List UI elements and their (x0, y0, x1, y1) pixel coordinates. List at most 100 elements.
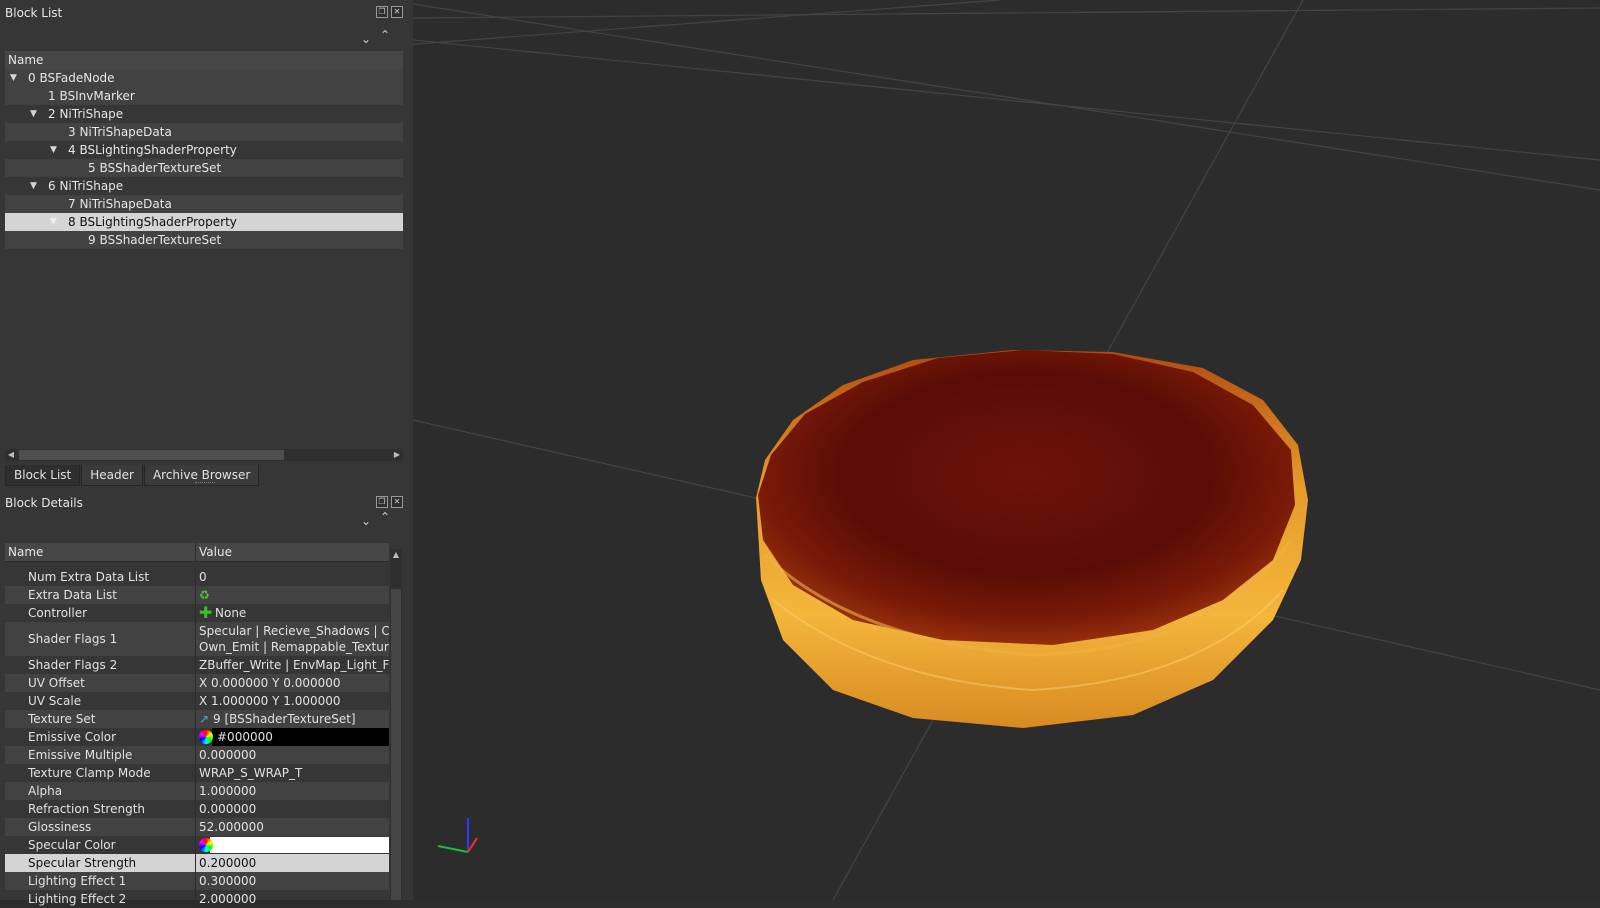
tree-item-7[interactable]: 7 NiTriShapeData (5, 195, 403, 213)
block-tree[interactable]: ▼ 0 BSFadeNode 1 BSInvMarker ▼ 2 NiTriSh… (5, 69, 403, 249)
tree-item-0[interactable]: ▼ 0 BSFadeNode (5, 69, 403, 87)
tree-item-4[interactable]: ▼ 4 BSLightingShaderProperty (5, 141, 403, 159)
scrollbar-thumb[interactable] (391, 589, 401, 900)
update-array-icon[interactable]: ♻ (199, 588, 210, 602)
tree-item-label: 4 BSLightingShaderProperty (68, 143, 237, 157)
prop-name: Extra Data List (28, 588, 117, 602)
tree-item-6[interactable]: ▼ 6 NiTriShape (5, 177, 403, 195)
prop-value[interactable]: 0.300000 (195, 872, 389, 890)
prop-row[interactable]: Specular Color (5, 836, 389, 854)
link-icon[interactable]: ↗ (199, 710, 213, 728)
prop-name: Alpha (28, 784, 63, 798)
prop-value[interactable]: X 1.000000 Y 1.000000 (195, 692, 389, 710)
tree-item-5[interactable]: 5 BSShaderTextureSet (5, 159, 403, 177)
prop-value[interactable]: X 0.000000 Y 0.000000 (195, 674, 389, 692)
float-icon[interactable]: ❐ (376, 496, 388, 508)
expand-triangle-icon[interactable]: ▼ (30, 177, 40, 195)
close-icon[interactable]: ✕ (391, 496, 403, 508)
prop-row[interactable]: Num Extra Data List 0 (5, 568, 389, 586)
prop-name: Emissive Color (28, 730, 117, 744)
prop-row[interactable]: Lighting Effect 1 0.300000 (5, 872, 389, 890)
prop-value[interactable]: 52.000000 (195, 818, 389, 836)
prop-row[interactable]: Controller ✚ None (5, 604, 389, 622)
expand-triangle-icon[interactable]: ▼ (10, 69, 20, 87)
prop-row[interactable]: Glossiness 52.000000 (5, 818, 389, 836)
tab-block-list[interactable]: Block List (5, 465, 81, 486)
name-column-header[interactable]: Name (5, 51, 43, 69)
prop-row-selected[interactable]: Specular Strength 0.200000 (5, 854, 389, 872)
chevron-up-double-icon[interactable]: ⌃ (378, 28, 392, 42)
mesh-sweetroll[interactable] (756, 350, 1308, 728)
prop-value[interactable]: 1.000000 (195, 782, 389, 800)
prop-value[interactable]: WRAP_S_WRAP_T (195, 764, 389, 782)
prop-value[interactable]: ↗ 9 [BSShaderTextureSet] (195, 710, 389, 728)
prop-row[interactable]: UV Offset X 0.000000 Y 0.000000 (5, 674, 389, 692)
block-details-dock-buttons: ❐ ✕ (376, 496, 403, 508)
tree-item-2[interactable]: ▼ 2 NiTriShape (5, 105, 403, 123)
prop-value[interactable]: 2.000000 (195, 890, 389, 908)
chevron-down-double-icon[interactable]: ⌄ (359, 32, 373, 46)
prop-value[interactable]: 0.200000 (195, 854, 389, 872)
prop-value[interactable]: 0.000000 (195, 746, 389, 764)
scroll-left-icon[interactable]: ◀ (5, 449, 17, 461)
value-column-header[interactable]: Value (195, 543, 232, 561)
prop-value[interactable]: 0.000000 (195, 800, 389, 818)
prop-name: Num Extra Data List (28, 570, 150, 584)
viewport-scene[interactable] (402, 0, 1600, 901)
prop-value[interactable]: ♻ (195, 586, 389, 604)
prop-name: Lighting Effect 2 (28, 892, 127, 906)
prop-row[interactable]: UV Scale X 1.000000 Y 1.000000 (5, 692, 389, 710)
prop-row[interactable]: Shader Flags 1 Specular | Recieve_Shadow… (5, 622, 389, 656)
expand-triangle-icon[interactable]: ▼ (30, 105, 40, 123)
tree-item-8[interactable]: ▼ 8 BSLightingShaderProperty (5, 213, 403, 231)
scrollbar-thumb[interactable] (19, 450, 284, 460)
tree-item-1[interactable]: 1 BSInvMarker (5, 87, 403, 105)
chevron-up-double-icon[interactable]: ⌃ (378, 510, 392, 524)
scroll-up-icon[interactable]: ▲ (390, 549, 402, 561)
horizontal-scrollbar[interactable]: ◀ ▶ (5, 449, 403, 461)
prop-row[interactable]: Refraction Strength 0.000000 (5, 800, 389, 818)
expand-triangle-icon[interactable]: ▼ (50, 141, 60, 159)
expand-triangle-icon[interactable]: ▼ (50, 213, 60, 231)
block-list-header[interactable]: Name (5, 51, 403, 70)
prop-row[interactable]: Emissive Multiple 0.000000 (5, 746, 389, 764)
prop-row[interactable]: Alpha 1.000000 (5, 782, 389, 800)
prop-row[interactable]: Lighting Effect 2 2.000000 (5, 890, 389, 908)
color-wheel-icon[interactable] (199, 837, 213, 852)
close-icon[interactable]: ✕ (391, 6, 403, 18)
prop-value[interactable]: 0 (195, 568, 389, 586)
name-column-header[interactable]: Name (5, 543, 195, 561)
prop-value[interactable]: ✚ None (195, 604, 389, 622)
render-viewport[interactable] (402, 0, 1600, 901)
left-dock-tabs: Block List Header Archive Browser (5, 465, 260, 486)
prop-row[interactable]: Texture Set ↗ 9 [BSShaderTextureSet] (5, 710, 389, 728)
prop-name: Specular Strength (28, 856, 137, 870)
tree-item-3[interactable]: 3 NiTriShapeData (5, 123, 403, 141)
prop-row[interactable]: Texture Clamp Mode WRAP_S_WRAP_T (5, 764, 389, 782)
tab-header[interactable]: Header (81, 465, 143, 486)
scroll-right-icon[interactable]: ▶ (391, 449, 403, 461)
vertical-scrollbar[interactable]: ▲ (390, 549, 402, 900)
prop-name: Shader Flags 2 (28, 658, 118, 672)
chevron-down-double-icon[interactable]: ⌄ (359, 514, 373, 528)
float-icon[interactable]: ❐ (376, 6, 388, 18)
tree-item-9[interactable]: 9 BSShaderTextureSet (5, 231, 403, 249)
prop-value[interactable]: ZBuffer_Write | EnvMap_Light_Fade (195, 656, 389, 674)
emissive-color-value: #000000 (217, 730, 273, 744)
prop-value[interactable]: #000000 (195, 728, 389, 746)
block-list-panel: Block List ❐ ✕ ⌄ ⌃ Name ▼ 0 BSFadeNode 1… (0, 0, 413, 490)
prop-name: UV Offset (28, 676, 85, 690)
tree-item-label: 0 BSFadeNode (28, 71, 115, 85)
specular-color-swatch[interactable] (210, 837, 389, 853)
prop-value[interactable]: Specular | Recieve_Shadows | Cast_Sh Own… (195, 622, 389, 656)
block-details-title: Block Details (5, 496, 83, 510)
prop-row[interactable]: Extra Data List ♻ (5, 586, 389, 604)
color-wheel-icon[interactable] (199, 729, 213, 744)
dock-splitter-handle[interactable] (195, 482, 215, 487)
plus-icon[interactable]: ✚ (199, 604, 215, 622)
block-list-dock-buttons: ❐ ✕ (376, 6, 403, 18)
prop-value[interactable] (195, 836, 389, 854)
prop-row[interactable]: Emissive Color #000000 (5, 728, 389, 746)
tree-item-label: 3 NiTriShapeData (68, 125, 172, 139)
prop-row[interactable]: Shader Flags 2 ZBuffer_Write | EnvMap_Li… (5, 656, 389, 674)
